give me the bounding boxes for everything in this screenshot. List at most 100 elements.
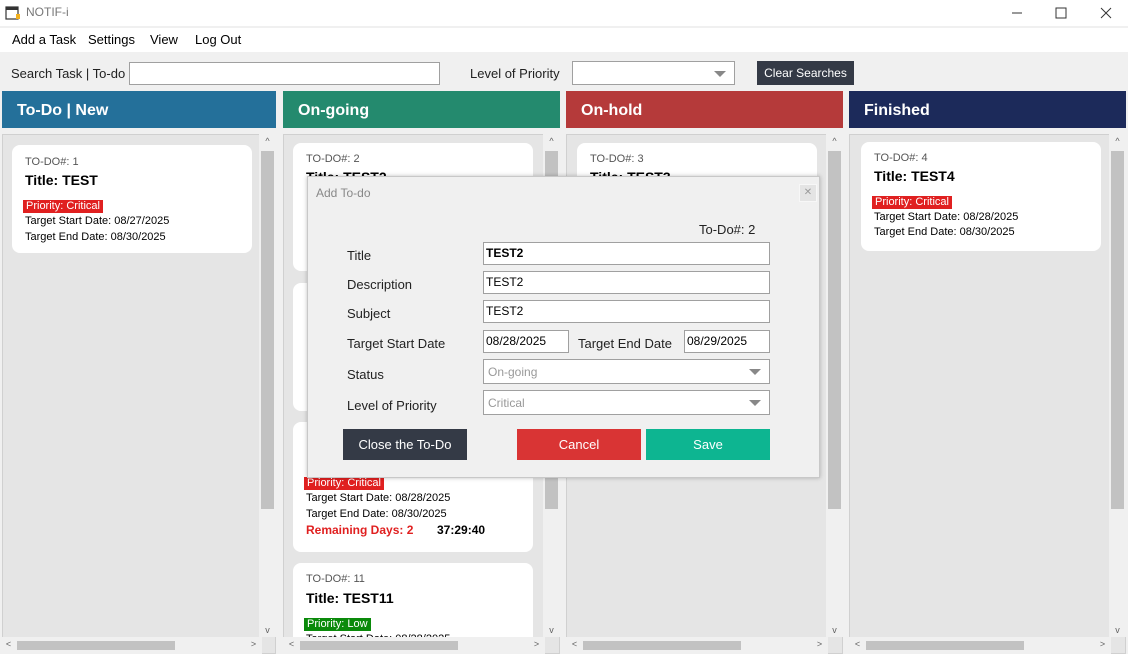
priority-select[interactable]: Critical — [483, 390, 770, 415]
priority-filter-label: Level of Priority — [470, 66, 560, 81]
priority-badge: Priority: Low — [304, 618, 371, 631]
scroll-right-icon[interactable]: > — [245, 639, 262, 649]
end-date-field[interactable]: 08/29/2025 — [684, 330, 770, 353]
scroll-left-icon[interactable]: < — [849, 639, 866, 649]
maximize-button[interactable] — [1039, 0, 1083, 26]
scroll-down-icon[interactable]: v — [1109, 625, 1126, 635]
window-title: NOTIF-i — [26, 5, 69, 19]
todo-vertical-scrollbar[interactable]: ^ v — [259, 134, 276, 637]
clear-searches-button[interactable]: Clear Searches — [757, 61, 854, 85]
card-start-date: Target Start Date: 08/28/2025 — [306, 492, 451, 504]
scroll-right-icon[interactable]: > — [1094, 639, 1111, 649]
column-body: TO-DO#: 4 Title: TEST4 Priority: Critica… — [849, 134, 1126, 654]
description-field[interactable]: TEST2 — [483, 271, 770, 294]
scroll-thumb[interactable] — [17, 641, 175, 650]
column-header: To-Do | New — [2, 91, 276, 128]
card-end-date: Target End Date: 08/30/2025 — [25, 231, 166, 243]
dialog-title: Add To-do — [316, 186, 371, 200]
card-title: Title: TEST — [25, 172, 98, 188]
chevron-down-icon — [749, 369, 761, 375]
scroll-right-icon[interactable]: > — [811, 639, 828, 649]
app-window: NOTIF-i Add a Task Settings View Log Out… — [0, 0, 1128, 654]
priority-label: Level of Priority — [347, 398, 437, 413]
chevron-down-icon — [714, 71, 726, 77]
countdown-timer: 37:29:40 — [437, 523, 486, 537]
start-date-field[interactable]: 08/28/2025 — [483, 330, 569, 353]
scroll-thumb[interactable] — [261, 151, 274, 509]
column-header: On-going — [283, 91, 560, 128]
scroll-left-icon[interactable]: < — [283, 639, 300, 649]
close-window-button[interactable] — [1084, 0, 1128, 26]
scroll-down-icon[interactable]: v — [259, 625, 276, 635]
card-number: TO-DO#: 1 — [25, 156, 79, 168]
scroll-left-icon[interactable]: < — [566, 639, 583, 649]
search-input[interactable] — [129, 62, 440, 85]
menu-bar: Add a Task Settings View Log Out — [0, 28, 1128, 52]
status-select[interactable]: On-going — [483, 359, 770, 384]
cancel-button[interactable]: Cancel — [517, 429, 641, 460]
scroll-thumb[interactable] — [300, 641, 458, 650]
scroll-up-icon[interactable]: ^ — [259, 136, 276, 146]
subject-field[interactable]: TEST2 — [483, 300, 770, 323]
card-number: TO-DO#: 3 — [590, 153, 644, 165]
end-date-label: Target End Date — [578, 336, 672, 351]
todo-number: To-Do#: 2 — [699, 222, 756, 237]
minimize-icon — [1012, 12, 1022, 14]
scroll-thumb[interactable] — [866, 641, 1024, 650]
subject-label: Subject — [347, 306, 391, 321]
onhold-horizontal-scrollbar[interactable]: < > — [566, 637, 828, 654]
card-end-date: Target End Date: 08/30/2025 — [874, 226, 1015, 238]
menu-view[interactable]: View — [150, 32, 178, 47]
menu-settings[interactable]: Settings — [88, 32, 135, 47]
column-header: On-hold — [566, 91, 843, 128]
column-header: Finished — [849, 91, 1126, 128]
description-label: Description — [347, 277, 413, 292]
scroll-thumb[interactable] — [1111, 151, 1124, 509]
title-field[interactable]: TEST2 — [483, 242, 770, 265]
status-label: Status — [347, 367, 384, 382]
scroll-down-icon[interactable]: v — [543, 625, 560, 635]
scroll-right-icon[interactable]: > — [528, 639, 545, 649]
column-todo: To-Do | New TO-DO#: 1 Title: TEST Priori… — [2, 91, 276, 654]
card-start-date: Target Start Date: 08/28/2025 — [874, 211, 1019, 223]
menu-log-out[interactable]: Log Out — [195, 32, 241, 47]
card-title: Title: TEST11 — [306, 590, 394, 606]
close-icon — [1100, 7, 1112, 19]
scroll-up-icon[interactable]: ^ — [1109, 136, 1126, 146]
priority-value: Critical — [488, 396, 525, 410]
title-label: Title — [347, 248, 372, 263]
priority-filter-select[interactable] — [572, 61, 735, 85]
column-finished: Finished TO-DO#: 4 Title: TEST4 Priority… — [849, 91, 1126, 654]
search-label: Search Task | To-do — [11, 66, 126, 81]
finished-vertical-scrollbar[interactable]: ^ v — [1109, 134, 1126, 637]
task-card[interactable]: TO-DO#: 1 Title: TEST Priority: Critical… — [12, 145, 252, 253]
chevron-down-icon — [749, 400, 761, 406]
card-title: Title: TEST4 — [874, 168, 955, 184]
minimize-button[interactable] — [995, 0, 1039, 26]
priority-badge: Priority: Critical — [304, 477, 384, 490]
card-number: TO-DO#: 4 — [874, 152, 928, 164]
save-button[interactable]: Save — [646, 429, 770, 460]
scroll-down-icon[interactable]: v — [826, 625, 843, 635]
add-todo-dialog: Add To-do ✕ To-Do#: 2 Title TEST2 Descri… — [307, 176, 820, 478]
column-body: TO-DO#: 1 Title: TEST Priority: Critical… — [2, 134, 276, 654]
status-value: On-going — [488, 365, 538, 379]
scroll-up-icon[interactable]: ^ — [543, 136, 560, 146]
scroll-left-icon[interactable]: < — [0, 639, 17, 649]
card-number: TO-DO#: 11 — [306, 573, 365, 585]
maximize-icon — [1055, 7, 1067, 19]
scroll-up-icon[interactable]: ^ — [826, 136, 843, 146]
ongoing-horizontal-scrollbar[interactable]: < > — [283, 637, 545, 654]
priority-badge: Priority: Critical — [872, 196, 952, 209]
todo-horizontal-scrollbar[interactable]: < > — [0, 637, 262, 654]
card-number: TO-DO#: 2 — [306, 153, 360, 165]
dialog-close-button[interactable]: ✕ — [799, 184, 817, 202]
start-date-label: Target Start Date — [347, 336, 446, 351]
finished-horizontal-scrollbar[interactable]: < > — [849, 637, 1111, 654]
task-card[interactable]: TO-DO#: 4 Title: TEST4 Priority: Critica… — [861, 142, 1101, 251]
onhold-vertical-scrollbar[interactable]: ^ v — [826, 134, 843, 637]
scroll-thumb[interactable] — [583, 641, 741, 650]
menu-add-task[interactable]: Add a Task — [12, 32, 76, 47]
scroll-thumb[interactable] — [828, 151, 841, 509]
close-todo-button[interactable]: Close the To-Do — [343, 429, 467, 460]
